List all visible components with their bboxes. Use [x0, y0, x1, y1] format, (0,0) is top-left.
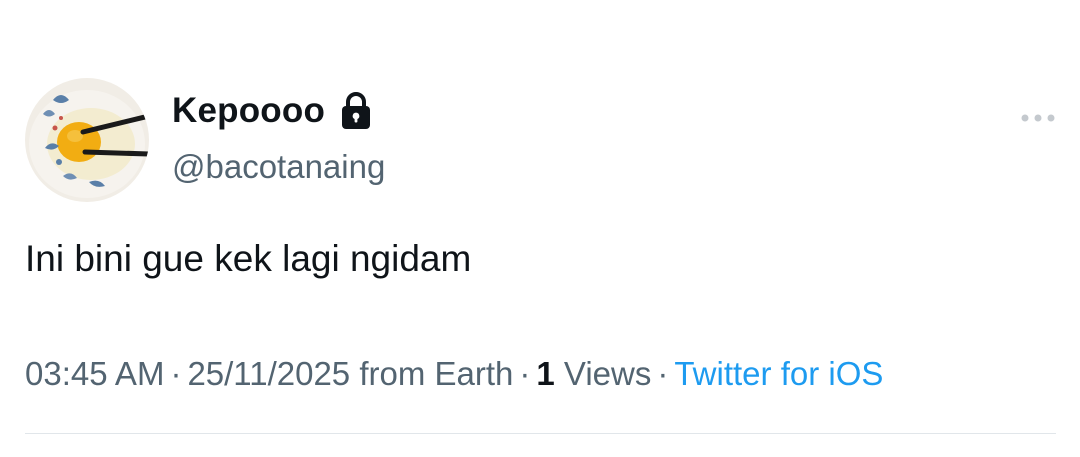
lock-icon: [339, 91, 373, 131]
divider: [25, 433, 1056, 434]
egg-yolk-bowl-avatar: [25, 78, 149, 202]
meta-separator: ·: [519, 355, 531, 392]
author-handle[interactable]: @bacotanaing: [172, 148, 385, 186]
avatar[interactable]: [25, 78, 149, 202]
more-dots-icon: [1021, 114, 1055, 122]
tweet-meta: 03:45 AM · 25/11/2025 from Earth · 1 Views · T…: [25, 355, 883, 393]
tweet-time[interactable]: 03:45 AM: [25, 355, 164, 392]
meta-separator: ·: [170, 355, 182, 392]
views-count: 1: [536, 355, 555, 392]
tweet-date-location[interactable]: 25/11/2025 from Earth: [187, 355, 513, 392]
more-options-button[interactable]: [1018, 108, 1058, 128]
tweet-card: Kepoooo @bacotanaing Ini bini gue kek la…: [0, 0, 1080, 457]
tweet-source-link[interactable]: Twitter for iOS: [674, 355, 883, 392]
meta-separator: ·: [657, 355, 669, 392]
tweet-text: Ini bini gue kek lagi ngidam: [25, 238, 472, 279]
author-name-row: Kepoooo: [172, 87, 373, 135]
author-display-name[interactable]: Kepoooo: [172, 91, 325, 131]
views-label: Views: [563, 355, 652, 392]
